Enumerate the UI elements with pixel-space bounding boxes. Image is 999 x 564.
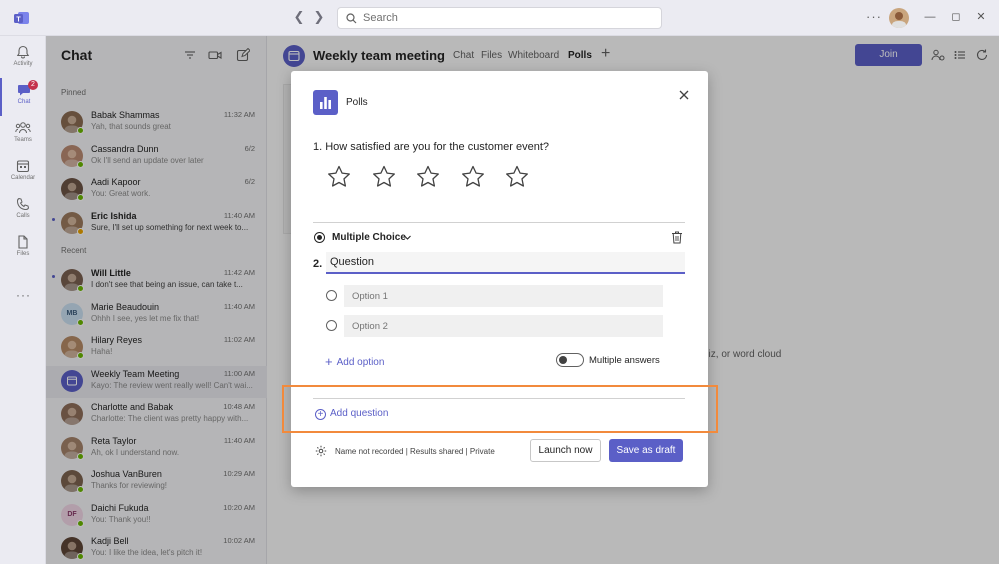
poll-settings-summary[interactable]: Name not recorded | Results shared | Pri…	[335, 447, 495, 456]
rail-item-chat[interactable]: 2 Chat	[0, 78, 46, 116]
rail-item-teams[interactable]: Teams	[0, 116, 46, 154]
star-icon[interactable]	[371, 164, 397, 190]
chevron-down-icon[interactable]	[403, 233, 412, 242]
svg-text:T: T	[16, 16, 21, 23]
gear-icon[interactable]	[315, 445, 327, 457]
launch-now-button[interactable]: Launch now	[530, 439, 601, 462]
close-icon[interactable]	[677, 88, 691, 102]
plus-icon: +	[325, 354, 333, 369]
maximize-icon[interactable]: ◻	[948, 9, 964, 25]
star-icon[interactable]	[460, 164, 486, 190]
app-rail: Activity 2 Chat Teams Calendar Calls Fil…	[0, 36, 46, 564]
rail-item-calendar[interactable]: Calendar	[0, 154, 46, 192]
add-option-label: Add option	[336, 357, 385, 368]
star-icon[interactable]	[504, 164, 530, 190]
rail-item-activity[interactable]: Activity	[0, 40, 46, 78]
add-option-button[interactable]: + Add option	[325, 353, 385, 369]
teams-icon	[15, 122, 31, 134]
user-avatar[interactable]	[889, 8, 909, 28]
question-2-number: 2.	[313, 258, 323, 270]
save-as-draft-button[interactable]: Save as draft	[609, 439, 683, 462]
rail-label: Activity	[13, 61, 33, 67]
bell-icon	[16, 45, 30, 59]
question-type-dropdown[interactable]: Multiple Choice	[332, 232, 406, 243]
close-window-icon[interactable]: ✕	[973, 9, 989, 25]
dialog-title: Polls	[346, 97, 368, 108]
option-1-input[interactable]	[344, 285, 663, 307]
forward-arrow-icon[interactable]: ❯	[312, 10, 326, 24]
more-options-icon[interactable]: ···	[866, 9, 882, 24]
teams-logo-icon[interactable]: T	[13, 9, 31, 27]
rail-label: Calendar	[10, 175, 36, 181]
add-question-highlight	[282, 385, 718, 433]
multiple-answers-label: Multiple answers	[589, 355, 660, 366]
file-icon	[18, 235, 28, 249]
unread-badge: 2	[28, 80, 38, 90]
rail-label: Chat	[17, 99, 31, 105]
rail-label: Calls	[16, 213, 30, 219]
option-2-radio[interactable]	[326, 320, 337, 331]
search-icon	[346, 13, 357, 24]
multiple-answers-toggle[interactable]	[556, 353, 584, 367]
back-arrow-icon[interactable]: ❮	[292, 10, 306, 24]
minimize-icon[interactable]: —	[922, 9, 938, 25]
rail-label: Files	[16, 251, 30, 257]
option-2-input[interactable]	[344, 315, 663, 337]
question-type-radio[interactable]	[314, 232, 325, 243]
search-placeholder: Search	[363, 12, 398, 24]
title-bar: T ❮ ❯ Search ··· — ◻ ✕	[0, 0, 999, 36]
star-icon[interactable]	[326, 164, 352, 190]
trash-icon[interactable]	[671, 231, 683, 244]
star-icon[interactable]	[415, 164, 441, 190]
rail-item-calls[interactable]: Calls	[0, 192, 46, 230]
question-divider	[313, 222, 685, 223]
question-2-input[interactable]	[326, 252, 685, 274]
search-input[interactable]: Search	[337, 7, 662, 29]
phone-icon	[16, 197, 30, 211]
rail-label: Teams	[14, 137, 32, 143]
more-apps-icon[interactable]: ···	[16, 288, 31, 302]
option-1-radio[interactable]	[326, 290, 337, 301]
rail-item-files[interactable]: Files	[0, 230, 46, 268]
polls-app-icon	[313, 90, 338, 115]
calendar-icon	[16, 160, 30, 173]
question-1-text: 1. How satisfied are you for the custome…	[313, 141, 550, 153]
